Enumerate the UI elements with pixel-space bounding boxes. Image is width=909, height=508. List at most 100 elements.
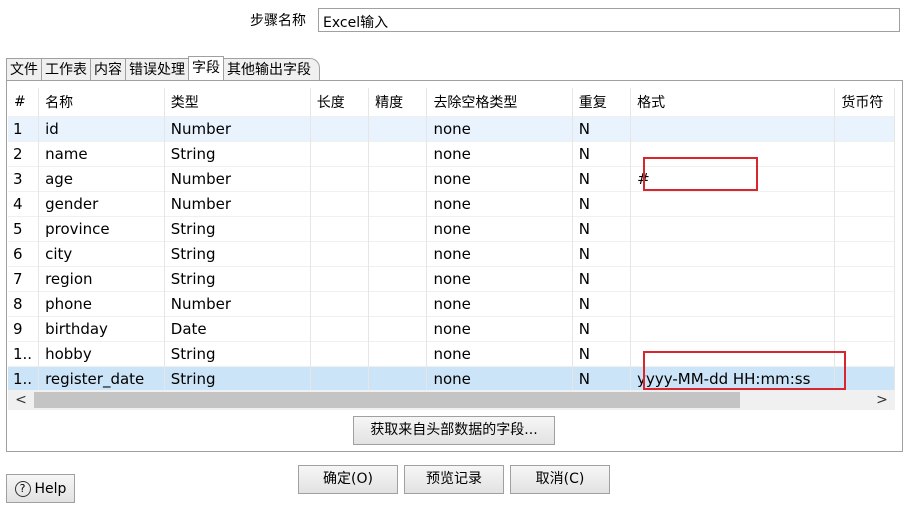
cell-trim-type[interactable]: none (426, 191, 573, 217)
cell-name[interactable]: gender (38, 191, 165, 217)
preview-button[interactable]: 预览记录 (404, 465, 504, 494)
cell-length[interactable] (310, 266, 370, 292)
cell-precision[interactable] (368, 241, 428, 267)
cell-length[interactable] (310, 366, 370, 390)
tab-error-handling[interactable]: 错误处理 (125, 58, 189, 80)
cell-name[interactable]: city (38, 241, 165, 267)
col-header-name[interactable]: 名称 (38, 88, 165, 117)
table-row[interactable]: 7 region String none N (8, 266, 895, 292)
col-header-currency[interactable]: 货币符 (834, 88, 895, 117)
cell-name[interactable]: phone (38, 291, 165, 317)
cell-currency[interactable] (834, 116, 895, 142)
col-header-length[interactable]: 长度 (310, 88, 370, 117)
horizontal-scrollbar[interactable]: < > (8, 390, 895, 410)
step-name-input[interactable]: Excel输入 (318, 8, 900, 32)
cell-repeat[interactable]: N (572, 241, 632, 267)
cell-name[interactable]: region (38, 266, 165, 292)
cancel-button[interactable]: 取消(C) (510, 465, 610, 494)
cell-length[interactable] (310, 141, 370, 167)
table-row[interactable]: 8 phone Number none N (8, 291, 895, 317)
cell-trim-type[interactable]: none (426, 366, 573, 390)
ok-button[interactable]: 确定(O) (298, 465, 398, 494)
cell-currency[interactable] (834, 191, 895, 217)
cell-name[interactable]: birthday (38, 316, 165, 342)
cell-precision[interactable] (368, 141, 428, 167)
cell-name[interactable]: name (38, 141, 165, 167)
cell-format[interactable] (630, 291, 836, 317)
cell-repeat[interactable]: N (572, 141, 632, 167)
cell-type[interactable]: Number (164, 191, 311, 217)
col-header-format[interactable]: 格式 (630, 88, 836, 117)
cell-format[interactable] (630, 116, 836, 142)
cell-type[interactable]: String (164, 216, 311, 242)
cell-format[interactable] (630, 241, 836, 267)
cell-trim-type[interactable]: none (426, 266, 573, 292)
cell-precision[interactable] (368, 316, 428, 342)
cell-format[interactable] (630, 216, 836, 242)
cell-trim-type[interactable]: none (426, 141, 573, 167)
cell-format[interactable] (630, 316, 836, 342)
col-header-precision[interactable]: 精度 (368, 88, 428, 117)
cell-repeat[interactable]: N (572, 116, 632, 142)
cell-precision[interactable] (368, 116, 428, 142)
cell-length[interactable] (310, 166, 370, 192)
table-row[interactable]: 2 name String none N (8, 141, 895, 167)
col-header-index[interactable]: # (8, 88, 40, 117)
scroll-right-icon[interactable]: > (873, 391, 891, 409)
cell-precision[interactable] (368, 266, 428, 292)
col-header-trim-type[interactable]: 去除空格类型 (426, 88, 573, 117)
help-button[interactable]: ? Help (6, 474, 75, 503)
cell-name[interactable]: province (38, 216, 165, 242)
cell-precision[interactable] (368, 166, 428, 192)
cell-format[interactable] (630, 266, 836, 292)
cell-type[interactable]: Date (164, 316, 311, 342)
cell-currency[interactable] (834, 316, 895, 342)
cell-length[interactable] (310, 191, 370, 217)
scrollbar-thumb[interactable] (34, 392, 740, 408)
cell-trim-type[interactable]: none (426, 316, 573, 342)
cell-name[interactable]: register_date (38, 366, 165, 390)
cell-type[interactable]: String (164, 241, 311, 267)
cell-repeat[interactable]: N (572, 366, 632, 390)
cell-type[interactable]: Number (164, 291, 311, 317)
cell-length[interactable] (310, 291, 370, 317)
get-fields-button[interactable]: 获取来自头部数据的字段... (353, 416, 555, 445)
cell-type[interactable]: String (164, 141, 311, 167)
cell-repeat[interactable]: N (572, 216, 632, 242)
cell-repeat[interactable]: N (572, 191, 632, 217)
cell-name[interactable]: age (38, 166, 165, 192)
cell-precision[interactable] (368, 291, 428, 317)
tab-other-output-fields[interactable]: 其他输出字段 (223, 58, 320, 80)
tab-file[interactable]: 文件 (6, 58, 42, 80)
cell-repeat[interactable]: N (572, 166, 632, 192)
cell-trim-type[interactable]: none (426, 341, 573, 367)
cell-length[interactable] (310, 341, 370, 367)
cell-trim-type[interactable]: none (426, 241, 573, 267)
cell-currency[interactable] (834, 216, 895, 242)
cell-precision[interactable] (368, 191, 428, 217)
cell-length[interactable] (310, 241, 370, 267)
cell-trim-type[interactable]: none (426, 166, 573, 192)
col-header-repeat[interactable]: 重复 (572, 88, 632, 117)
tab-content[interactable]: 内容 (90, 58, 126, 80)
cell-repeat[interactable]: N (572, 316, 632, 342)
cell-name[interactable]: hobby (38, 341, 165, 367)
cell-precision[interactable] (368, 366, 428, 390)
cell-length[interactable] (310, 116, 370, 142)
cell-trim-type[interactable]: none (426, 116, 573, 142)
cell-trim-type[interactable]: none (426, 291, 573, 317)
col-header-type[interactable]: 类型 (164, 88, 311, 117)
cell-repeat[interactable]: N (572, 341, 632, 367)
table-row[interactable]: 1 id Number none N (8, 116, 895, 142)
cell-currency[interactable] (834, 266, 895, 292)
cell-repeat[interactable]: N (572, 291, 632, 317)
cell-precision[interactable] (368, 341, 428, 367)
cell-type[interactable]: String (164, 266, 311, 292)
cell-length[interactable] (310, 216, 370, 242)
cell-type[interactable]: String (164, 341, 311, 367)
scroll-left-icon[interactable]: < (12, 391, 30, 409)
cell-type[interactable]: String (164, 366, 311, 390)
tab-sheet[interactable]: 工作表 (41, 58, 91, 80)
cell-name[interactable]: id (38, 116, 165, 142)
table-row[interactable]: 4 gender Number none N (8, 191, 895, 217)
